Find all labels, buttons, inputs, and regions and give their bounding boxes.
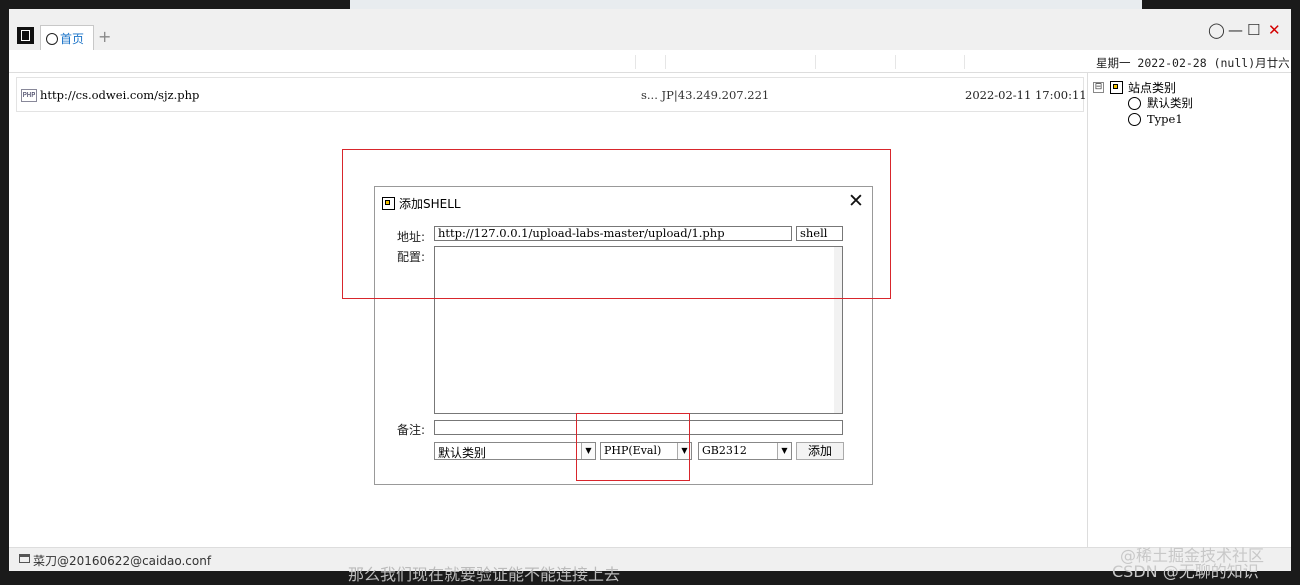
tree-item-default[interactable]: 默认类别 [1128,95,1283,111]
column-divider [964,55,965,69]
password-input[interactable]: shell [796,226,843,241]
close-window-button[interactable]: ✕ [1268,21,1281,39]
category-select-value: 默认类别 [438,446,487,460]
address-input[interactable]: http://127.0.0.1/upload-labs-master/uplo… [434,226,792,241]
tree-item-type1[interactable]: Type1 [1128,111,1283,127]
minimize-button[interactable]: — [1228,21,1243,39]
circle-icon [1128,112,1141,126]
date-display: 星期一 2022-02-28 (null)月廿六 [1096,56,1290,70]
add-shell-dialog: 添加SHELL ✕ 地址: http://127.0.0.1/upload-la… [374,186,873,485]
circle-icon [1128,96,1141,110]
background-strip [350,0,1142,9]
encoding-value: GB2312 [702,444,747,457]
note-label: 备注: [397,423,426,437]
note-input[interactable] [434,420,843,435]
shell-time: 2022-02-11 17:00:11 [965,88,1087,102]
tab-home-label: 首页 [60,32,85,46]
tab-home[interactable]: 首页 [40,25,94,51]
caidao-window: 首页 + ◯ — ☐ ✕ 星期一 2022-02-28 (null)月廿六 PH… [9,9,1291,571]
script-type-select[interactable]: PHP(Eval) ▼ [600,442,692,460]
chevron-down-icon: ▼ [581,443,595,459]
app-logo-icon [17,27,34,44]
window-icon [19,554,30,563]
folder-icon [1110,80,1123,94]
address-label: 地址: [397,230,426,244]
close-dialog-button[interactable]: ✕ [848,190,864,212]
column-divider [635,55,636,69]
config-textarea[interactable] [434,246,843,414]
home-tab-icon [46,32,58,45]
category-select[interactable]: 默认类别 ▼ [434,442,596,460]
dialog-title: 添加SHELL [399,197,461,211]
script-type-value: PHP(Eval) [604,444,662,457]
chevron-down-icon: ▼ [677,443,691,459]
status-text: 菜刀@20160622@caidao.conf [33,554,212,568]
shell-url: http://cs.odwei.com/sjz.php [40,88,200,102]
category-tree: ⊟ 站点类别 默认类别 Type1 [1093,79,1283,127]
chevron-down-icon: ▼ [777,443,791,459]
collapse-icon[interactable]: ⊟ [1093,81,1104,93]
tree-root-item[interactable]: ⊟ 站点类别 [1093,79,1283,95]
column-divider [665,55,666,69]
panel-divider [1087,72,1088,547]
add-button[interactable]: 添加 [796,442,844,460]
dialog-icon [382,197,395,210]
table-row[interactable]: PHP http://cs.odwei.com/sjz.php s... JP|… [16,77,1087,112]
maximize-button[interactable]: ☐ [1247,21,1260,39]
watermark-csdn: CSDN @无聊的知识 [1112,562,1259,581]
tree-item-label: 默认类别 [1147,96,1193,110]
php-file-icon: PHP [21,89,37,102]
config-label: 配置: [397,250,426,264]
caption-text: 那么我们现在就要验证能不能连接上去 [348,565,621,584]
config-scrollbar[interactable] [834,247,842,413]
title-bar: 首页 + ◯ — ☐ ✕ [9,9,1291,51]
tree-root-label: 站点类别 [1128,80,1177,95]
encoding-select[interactable]: GB2312 ▼ [698,442,792,460]
column-divider [895,55,896,69]
record-icon[interactable]: ◯ [1208,21,1225,39]
tree-item-label: Type1 [1147,112,1183,126]
shell-ip: s... JP|43.249.207.221 [641,88,770,102]
status-bar: 菜刀@20160622@caidao.conf [9,547,1291,571]
add-tab-button[interactable]: + [98,27,111,47]
column-divider [815,55,816,69]
